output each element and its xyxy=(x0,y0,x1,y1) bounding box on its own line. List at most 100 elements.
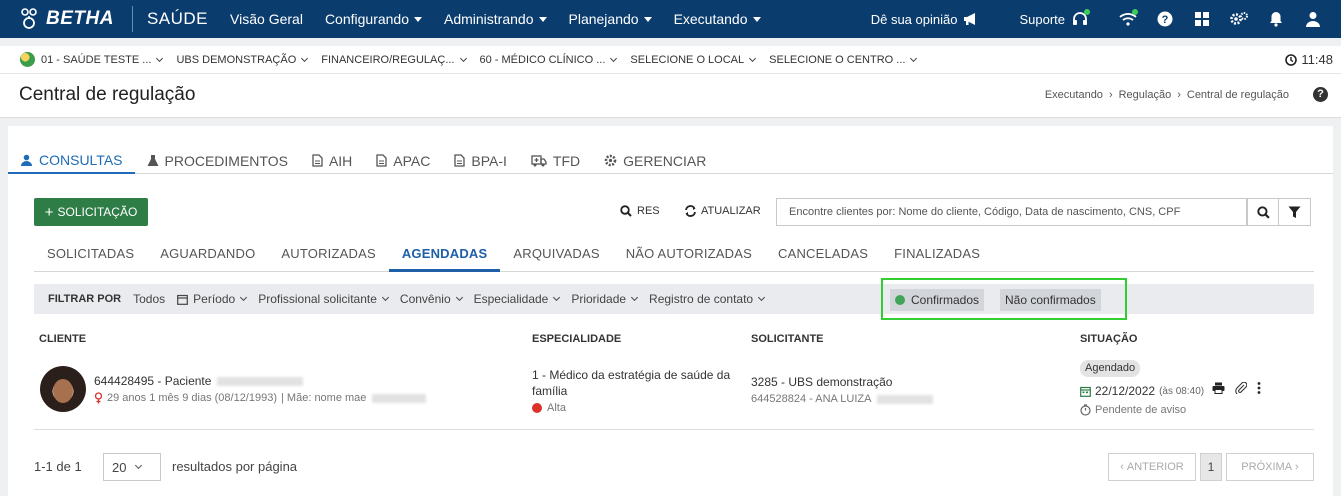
bell-icon[interactable] xyxy=(1267,10,1285,28)
patient-name[interactable]: 644428495 - Paciente xyxy=(94,374,304,388)
tab-nao-autorizadas[interactable]: NÃO AUTORIZADAS xyxy=(613,237,765,271)
more-vertical-icon[interactable] xyxy=(1257,382,1261,394)
tab-aih[interactable]: AIH xyxy=(300,148,364,173)
support-label: Suporte xyxy=(1019,11,1065,27)
menu-configurando[interactable]: Configurando xyxy=(325,11,422,27)
tab-tfd[interactable]: TFD xyxy=(519,148,592,173)
print-icon[interactable] xyxy=(1212,382,1225,394)
context-location[interactable]: SELECIONE O LOCAL xyxy=(630,54,757,66)
help-circle-icon[interactable]: ? xyxy=(1156,10,1174,28)
context-sector[interactable]: FINANCEIRO/REGULAÇ... xyxy=(321,53,467,66)
priority-label: Alta xyxy=(547,402,566,414)
new-request-button[interactable]: + SOLICITAÇÃO xyxy=(34,198,148,226)
support-link[interactable]: Suporte xyxy=(1019,9,1090,28)
filter-insurance[interactable]: Convênio xyxy=(400,292,463,306)
page-help-icon[interactable]: ? xyxy=(1313,87,1328,102)
tab-solicitadas[interactable]: SOLICITADAS xyxy=(34,237,147,271)
context-unit[interactable]: UBS DEMONSTRAÇÃO xyxy=(176,54,309,66)
feedback-link[interactable]: Dê sua opinião xyxy=(871,12,980,27)
next-page-button[interactable]: PRÓXIMA › xyxy=(1226,453,1314,481)
menu-visao-geral[interactable]: Visão Geral xyxy=(230,11,303,27)
previous-page-button[interactable]: ‹ ANTERIOR xyxy=(1108,453,1196,481)
tab-finalizadas[interactable]: FINALIZADAS xyxy=(881,237,993,271)
page-size-label: resultados por página xyxy=(172,459,298,474)
menu-administrando[interactable]: Administrando xyxy=(444,11,547,27)
highlight-box xyxy=(881,278,1127,320)
filter-item-label: Registro de contato xyxy=(649,292,754,306)
chevron-down-icon xyxy=(455,293,463,302)
breadcrumb: Executando › Regulação › Central de regu… xyxy=(1045,89,1289,101)
button-label: ANTERIOR xyxy=(1126,461,1184,473)
user-icon[interactable] xyxy=(1304,10,1322,28)
status-dot xyxy=(1084,9,1090,15)
chevron-down-icon xyxy=(553,293,561,302)
brand-name: BETHA xyxy=(46,8,114,29)
res-button[interactable]: RES xyxy=(620,205,660,217)
tab-consultas[interactable]: CONSULTAS xyxy=(8,148,135,174)
wifi-icon[interactable] xyxy=(1119,9,1138,28)
filter-contact-record[interactable]: Registro de contato xyxy=(649,292,766,306)
headset-icon xyxy=(1071,9,1090,28)
filter-period[interactable]: Período xyxy=(177,292,248,306)
redacted-text xyxy=(877,394,934,404)
button-label: PRÓXIMA xyxy=(1241,461,1293,473)
chevron-down-icon xyxy=(156,54,164,62)
chevron-down-icon xyxy=(414,17,422,22)
button-label: RES xyxy=(637,205,660,217)
betha-logo-icon xyxy=(21,8,37,29)
filter-item-label: Especialidade xyxy=(473,292,549,306)
context-label: 01 - SAÚDE TESTE ... xyxy=(41,53,152,66)
tab-arquivadas[interactable]: ARQUIVADAS xyxy=(500,237,612,271)
context-label: FINANCEIRO/REGULAÇ... xyxy=(321,53,455,66)
refresh-button[interactable]: ATUALIZAR xyxy=(684,205,761,217)
tab-bpa-i[interactable]: BPA-I xyxy=(442,148,519,173)
apps-grid-icon[interactable] xyxy=(1193,10,1211,28)
page-title: Central de regulação xyxy=(19,84,196,105)
button-label: ATUALIZAR xyxy=(701,205,761,217)
tab-aguardando[interactable]: AGUARDANDO xyxy=(147,237,268,271)
filter-requesting-professional[interactable]: Profissional solicitante xyxy=(258,292,389,306)
advanced-filter-button[interactable] xyxy=(1279,198,1311,226)
chevron-down-icon xyxy=(538,17,547,22)
table-row[interactable]: 644428495 - Paciente 29 anos 1 mês 9 dia… xyxy=(34,354,1314,430)
specialty-name: 1 - Médico da estratégia de saúde da fam… xyxy=(532,368,731,398)
row-actions xyxy=(1212,382,1261,394)
tab-canceladas[interactable]: CANCELADAS xyxy=(765,237,881,271)
time-value: (às 08:40) xyxy=(1159,385,1205,397)
brand[interactable]: BETHA SAÚDE xyxy=(0,0,208,38)
page-size-value: 20 xyxy=(112,459,127,475)
tab-label: TFD xyxy=(552,152,581,169)
settings-gears-icon[interactable] xyxy=(1230,10,1248,28)
tab-label: CONSULTAS xyxy=(39,152,123,168)
context-center[interactable]: SELECIONE O CENTRO ... xyxy=(769,54,918,66)
attachment-icon[interactable] xyxy=(1235,382,1247,394)
tab-apac[interactable]: APAC xyxy=(364,148,442,173)
megaphone-icon xyxy=(964,13,976,25)
page-size-select[interactable]: 20 xyxy=(103,453,161,481)
patient-age: 29 anos 1 mês 9 dias (08/12/1993) xyxy=(107,392,278,404)
filter-priority[interactable]: Prioridade xyxy=(571,292,639,306)
filter-item-label: Prioridade xyxy=(571,292,627,306)
menu-planejando[interactable]: Planejando xyxy=(569,11,652,27)
document-icon xyxy=(376,154,387,167)
search-placeholder: Encontre clientes por: Nome do cliente, … xyxy=(789,206,1181,218)
tab-autorizadas[interactable]: AUTORIZADAS xyxy=(268,237,388,271)
tab-gerenciar[interactable]: GERENCIAR xyxy=(592,148,718,173)
redacted-text xyxy=(217,377,304,387)
timer-icon xyxy=(1080,404,1091,416)
tab-label: BPA-I xyxy=(471,152,507,169)
filter-all[interactable]: Todos xyxy=(133,292,165,306)
page-number-button[interactable]: 1 xyxy=(1200,453,1222,481)
plus-icon: + xyxy=(44,203,54,221)
menu-executando[interactable]: Executando xyxy=(674,11,761,27)
context-profession[interactable]: 60 - MÉDICO CLÍNICO ... xyxy=(480,54,618,66)
context-entity[interactable]: 01 - SAÚDE TESTE ... xyxy=(41,53,164,66)
tab-procedimentos[interactable]: PROCEDIMENTOS xyxy=(135,148,300,173)
search-button[interactable] xyxy=(1247,198,1279,226)
breadcrumb-item[interactable]: Regulação xyxy=(1119,89,1172,101)
client-search-input[interactable]: Encontre clientes por: Nome do cliente, … xyxy=(776,198,1247,226)
date-value: 22/12/2022 xyxy=(1095,384,1156,398)
filter-specialty[interactable]: Especialidade xyxy=(473,292,561,306)
breadcrumb-item[interactable]: Executando xyxy=(1045,89,1103,101)
tab-agendadas[interactable]: AGENDADAS xyxy=(388,237,501,272)
